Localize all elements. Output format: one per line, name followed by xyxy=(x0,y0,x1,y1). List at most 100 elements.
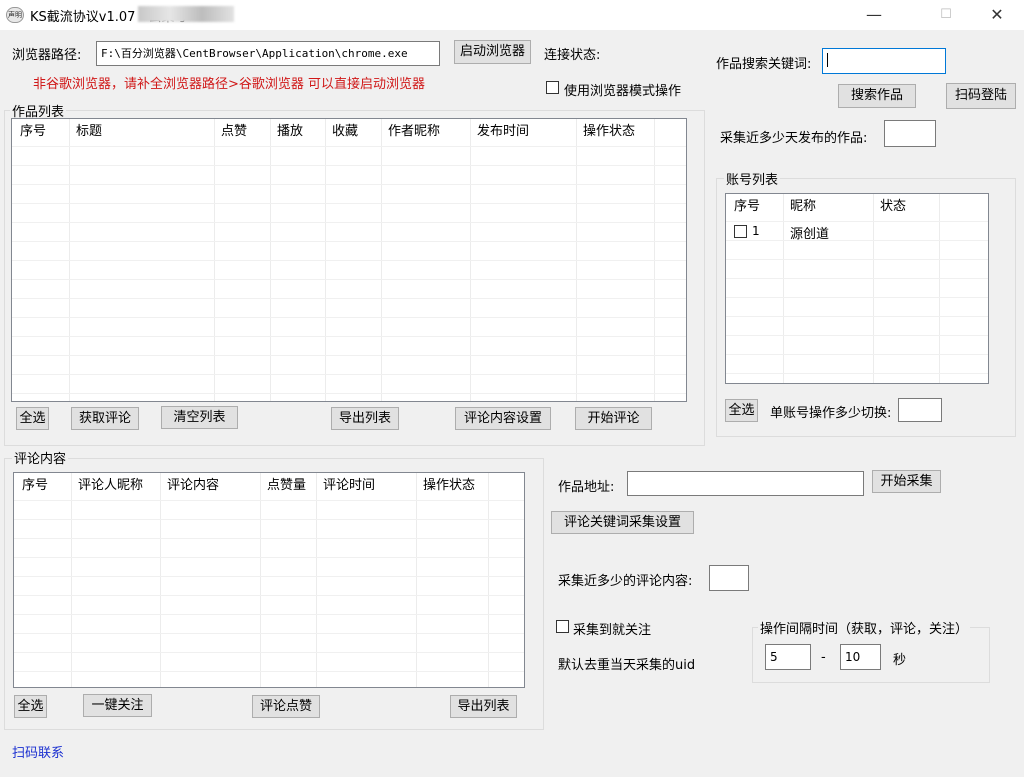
works-col-title[interactable]: 标题 xyxy=(68,119,102,145)
app-logo-icon: 声明 xyxy=(6,7,24,23)
grid-row-line xyxy=(12,165,686,166)
works-col-index[interactable]: 序号 xyxy=(12,119,46,145)
browser-path-input[interactable]: F:\百分浏览器\CentBrowser\Application\chrome.… xyxy=(96,41,440,66)
minimize-button[interactable]: — xyxy=(851,0,897,30)
grid-row-line xyxy=(726,373,988,374)
grid-row-line xyxy=(12,336,686,337)
interval-min-input[interactable]: 5 xyxy=(765,644,811,670)
scan-contact-link[interactable]: 扫码联系 xyxy=(12,742,64,761)
grid-row-line xyxy=(14,652,524,653)
accounts-col-status[interactable]: 状态 xyxy=(872,194,906,220)
work-url-input[interactable] xyxy=(627,471,864,496)
grid-row-line xyxy=(12,393,686,394)
grid-row-line xyxy=(12,203,686,204)
grid-row-line xyxy=(12,222,686,223)
scan-login-button[interactable]: 扫码登陆 xyxy=(946,83,1016,109)
follow-on-collect-label: 采集到就关注 xyxy=(573,623,652,638)
grid-row-line xyxy=(14,576,524,577)
accounts-select-all-button[interactable]: 全选 xyxy=(725,399,758,422)
connect-status-label: 连接状态: xyxy=(544,48,601,63)
works-select-all-button[interactable]: 全选 xyxy=(16,407,49,430)
comments-listview[interactable]: 序号 评论人昵称 评论内容 点赞量 评论时间 操作状态 xyxy=(13,472,525,688)
comments-select-all-button[interactable]: 全选 xyxy=(14,695,47,718)
grid-row-line xyxy=(726,335,988,336)
like-comments-button[interactable]: 评论点赞 xyxy=(252,695,320,718)
interval-max-input[interactable]: 10 xyxy=(840,644,881,670)
browser-mode-label: 使用浏览器模式操作 xyxy=(564,84,682,99)
browser-mode-checkbox[interactable] xyxy=(546,81,559,94)
browser-path-label: 浏览器路径: xyxy=(12,48,82,63)
grid-row-line xyxy=(14,614,524,615)
start-comment-button[interactable]: 开始评论 xyxy=(575,407,652,430)
accounts-listview[interactable]: 序号 昵称 状态 1 源创道 xyxy=(725,193,989,384)
start-browser-button[interactable]: 启动浏览器 xyxy=(454,40,531,64)
comments-col-likes[interactable]: 点赞量 xyxy=(259,473,306,499)
works-col-publish-time[interactable]: 发布时间 xyxy=(469,119,529,145)
comments-col-content[interactable]: 评论内容 xyxy=(159,473,219,499)
days-label: 采集近多少天发布的作品: xyxy=(720,131,868,146)
comments-col-commenter[interactable]: 评论人昵称 xyxy=(70,473,143,499)
works-col-author[interactable]: 作者昵称 xyxy=(380,119,440,145)
get-comments-button[interactable]: 获取评论 xyxy=(71,407,139,430)
start-collect-button[interactable]: 开始采集 xyxy=(872,470,941,493)
comments-group-title: 评论内容 xyxy=(12,448,69,467)
grid-row-line xyxy=(14,595,524,596)
grid-row-line xyxy=(12,374,686,375)
follow-on-collect-checkbox[interactable] xyxy=(556,620,569,633)
work-url-label: 作品地址: xyxy=(558,480,615,495)
comments-export-list-button[interactable]: 导出列表 xyxy=(450,695,517,718)
grid-row-line xyxy=(12,260,686,261)
recent-comments-input[interactable] xyxy=(709,565,749,591)
works-col-likes[interactable]: 点赞 xyxy=(213,119,247,145)
grid-row-line xyxy=(12,279,686,280)
grid-row-line xyxy=(12,355,686,356)
grid-row-line xyxy=(14,671,524,672)
grid-row-line xyxy=(726,297,988,298)
works-export-list-button[interactable]: 导出列表 xyxy=(331,407,399,430)
dedupe-uid-label: 默认去重当天采集的uid xyxy=(558,658,696,673)
works-listview[interactable]: 序号 标题 点赞 播放 收藏 作者昵称 发布时间 操作状态 xyxy=(11,118,687,402)
accounts-col-index[interactable]: 序号 xyxy=(726,194,760,220)
accounts-col-nickname[interactable]: 昵称 xyxy=(782,194,816,220)
comment-settings-button[interactable]: 评论内容设置 xyxy=(455,407,551,430)
interval-dash: - xyxy=(821,650,826,665)
grid-column-line xyxy=(416,473,417,687)
grid-row-line xyxy=(14,519,524,520)
keyword-input[interactable] xyxy=(822,48,946,74)
grid-row-line xyxy=(12,298,686,299)
browser-warning: 非谷歌浏览器，请补全浏览器路径>谷歌浏览器 可以直接启动浏览器 xyxy=(33,77,426,92)
accounts-group-title: 账号列表 xyxy=(724,169,781,188)
works-col-plays[interactable]: 播放 xyxy=(269,119,303,145)
account-row-checkbox[interactable] xyxy=(734,225,747,238)
close-button[interactable]: ✕ xyxy=(974,0,1020,30)
keyword-label: 作品搜索关键词: xyxy=(716,57,812,72)
switch-count-input[interactable] xyxy=(898,398,942,422)
grid-row-line xyxy=(14,500,524,501)
keyword-collect-settings-button[interactable]: 评论关键词采集设置 xyxy=(551,511,694,534)
account-row-index: 1 xyxy=(752,224,760,238)
grid-row-line xyxy=(726,278,988,279)
grid-row-line xyxy=(12,241,686,242)
follow-all-button[interactable]: 一键关注 xyxy=(83,694,152,717)
comments-col-time[interactable]: 评论时间 xyxy=(315,473,375,499)
grid-row-line xyxy=(14,557,524,558)
comments-col-status[interactable]: 操作状态 xyxy=(415,473,475,499)
grid-column-line xyxy=(316,473,317,687)
works-col-status[interactable]: 操作状态 xyxy=(575,119,635,145)
grid-row-line xyxy=(726,240,988,241)
interval-unit: 秒 xyxy=(893,653,907,668)
works-col-favorites[interactable]: 收藏 xyxy=(324,119,358,145)
grid-row-line xyxy=(14,633,524,634)
clear-list-button[interactable]: 清空列表 xyxy=(161,406,238,429)
grid-row-line xyxy=(14,538,524,539)
grid-row-line xyxy=(12,146,686,147)
grid-row-line xyxy=(726,354,988,355)
comments-col-index[interactable]: 序号 xyxy=(14,473,48,499)
maximize-button[interactable]: ☐ xyxy=(923,0,969,30)
grid-column-line xyxy=(71,473,72,687)
title-redaction xyxy=(138,6,234,22)
search-works-button[interactable]: 搜索作品 xyxy=(838,84,916,108)
grid-column-line xyxy=(488,473,489,687)
grid-row-line xyxy=(726,316,988,317)
days-input[interactable] xyxy=(884,120,936,147)
